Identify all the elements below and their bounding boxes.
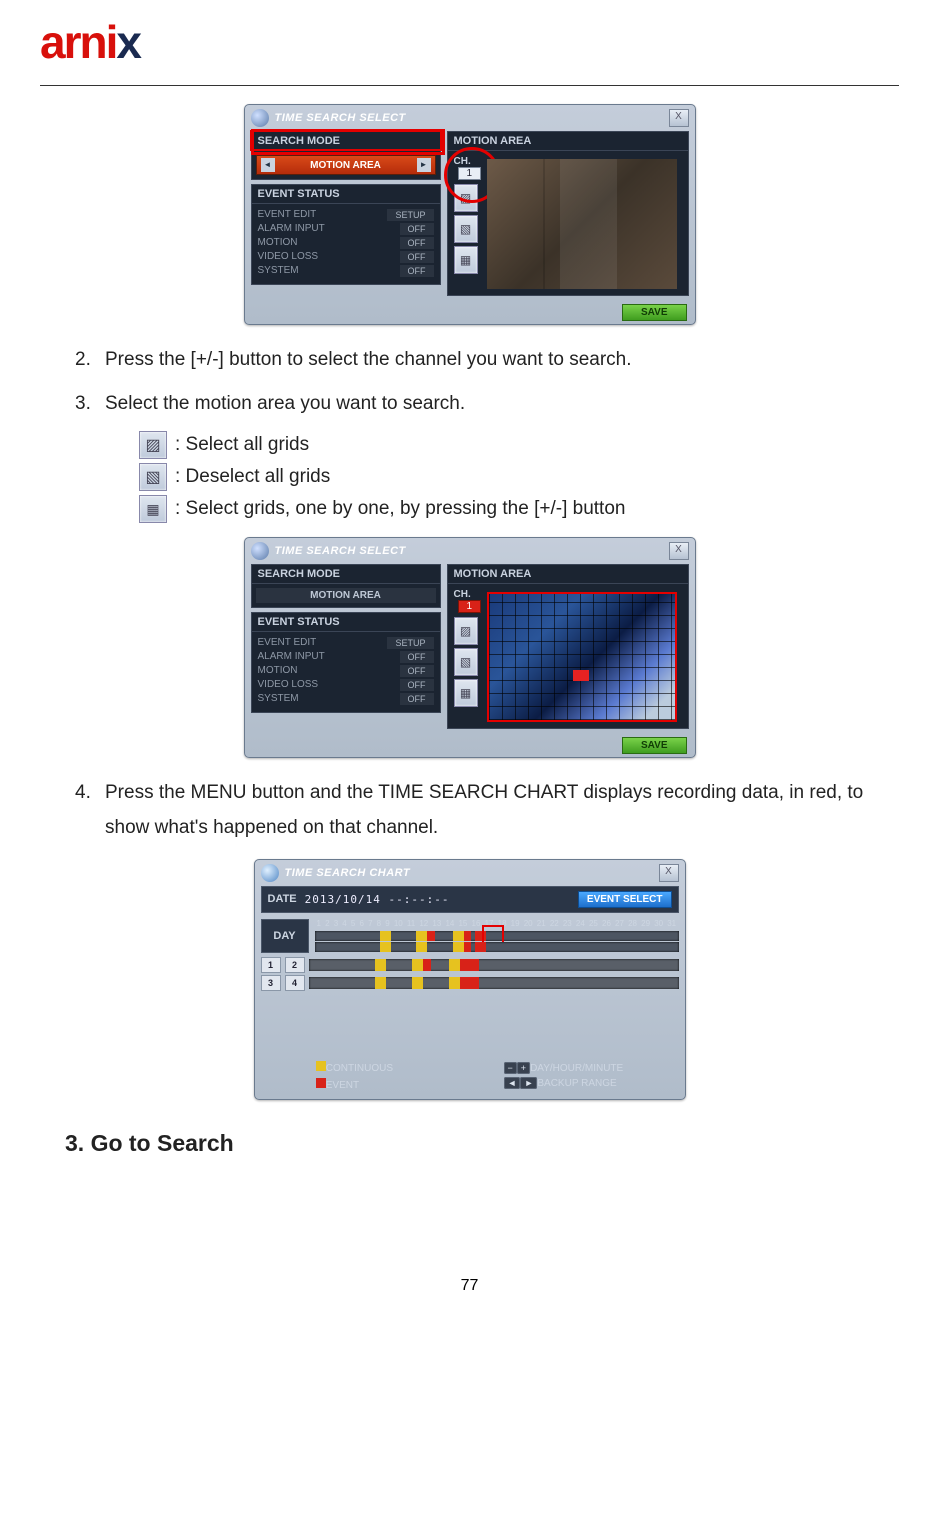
legend-grid-select: ▦ : Select grids, one by one, by pressin…: [139, 495, 874, 523]
continuous-swatch: [316, 1061, 326, 1071]
day-label: DAY: [261, 919, 309, 953]
deselect-all-icon[interactable]: ▧: [454, 648, 478, 676]
event-row: ALARM INPUTOFF: [258, 222, 434, 236]
step-3: 3. Select the motion area you want to se…: [65, 387, 874, 421]
save-button[interactable]: SAVE: [622, 304, 687, 321]
motion-area-header: MOTION AREA: [447, 564, 689, 583]
event-select-button[interactable]: EVENT SELECT: [578, 891, 672, 908]
legend-select-all: ▨ : Select all grids: [139, 431, 874, 459]
day-bar-track-2[interactable]: [315, 942, 679, 952]
channel-index[interactable]: 3: [261, 975, 281, 991]
event-row: MOTIONOFF: [258, 664, 434, 678]
deselect-all-icon[interactable]: ▧: [454, 215, 478, 243]
legend-deselect-all: ▧ : Deselect all grids: [139, 463, 874, 491]
window-title: TIME SEARCH CHART: [285, 867, 411, 879]
brand-logo: arnix: [40, 0, 899, 79]
channel-value[interactable]: 1: [458, 600, 482, 613]
close-icon[interactable]: X: [659, 864, 679, 882]
search-mode-dropdown[interactable]: MOTION AREA: [256, 588, 436, 603]
section-heading: 3. Go to Search: [65, 1130, 874, 1157]
minus-key-icon: −: [504, 1062, 517, 1074]
window-title: TIME SEARCH SELECT: [275, 112, 406, 124]
magnifier-clock-icon: [261, 864, 279, 882]
event-row: EVENT EDITSETUP: [258, 636, 434, 650]
grid-select-icon[interactable]: ▦: [454, 246, 478, 274]
right-key-icon: ►: [520, 1077, 537, 1089]
search-mode-header: SEARCH MODE: [251, 564, 441, 583]
grid-select-icon: ▦: [139, 495, 167, 523]
event-row: SYSTEMOFF: [258, 692, 434, 706]
page-number: 77: [40, 1277, 899, 1295]
close-icon[interactable]: X: [669, 109, 689, 127]
event-row: SYSTEMOFF: [258, 264, 434, 278]
motion-area-header: MOTION AREA: [447, 131, 689, 150]
save-button[interactable]: SAVE: [622, 737, 687, 754]
time-search-select-window-grid: X TIME SEARCH SELECT SEARCH MODE MOTION …: [244, 537, 696, 758]
time-search-select-window: X TIME SEARCH SELECT SEARCH MODE ◄ MOTIO…: [244, 104, 696, 325]
event-row: MOTIONOFF: [258, 236, 434, 250]
event-status-header: EVENT STATUS: [251, 612, 441, 631]
event-row: EVENT EDITSETUP: [258, 208, 434, 222]
time-search-chart-window: X TIME SEARCH CHART DATE 2013/10/14 --:-…: [254, 859, 686, 1100]
left-key-icon: ◄: [504, 1077, 521, 1089]
date-label: DATE: [268, 893, 297, 905]
select-all-icon[interactable]: ▨: [454, 617, 478, 645]
header-divider: [40, 85, 899, 86]
channel-bar[interactable]: [309, 959, 679, 971]
grid-select-icon[interactable]: ▦: [454, 679, 478, 707]
dropdown-value: MOTION AREA: [310, 160, 381, 171]
plus-key-icon: +: [517, 1062, 530, 1074]
close-icon[interactable]: X: [669, 542, 689, 560]
day-bar-track-1[interactable]: [315, 931, 679, 941]
chart-legend: CONTINUOUS EVENT −+DAY/HOUR/MINUTE ◄►BAC…: [261, 1061, 679, 1091]
step-4: 4. Press the MENU button and the TIME SE…: [65, 776, 874, 844]
clock-icon: [251, 109, 269, 127]
date-value: 2013/10/14 --:--:--: [305, 893, 450, 906]
channel-index[interactable]: 2: [285, 957, 305, 973]
channel-index[interactable]: 1: [261, 957, 281, 973]
event-row: VIDEO LOSSOFF: [258, 250, 434, 264]
deselect-all-icon: ▧: [139, 463, 167, 491]
window-title: TIME SEARCH SELECT: [275, 545, 406, 557]
event-status-header: EVENT STATUS: [251, 184, 441, 203]
event-swatch: [316, 1078, 326, 1088]
clock-icon: [251, 542, 269, 560]
channel-preview: [487, 159, 677, 289]
motion-grid-preview[interactable]: [487, 592, 677, 722]
event-row: ALARM INPUTOFF: [258, 650, 434, 664]
select-all-icon: ▨: [139, 431, 167, 459]
step-2: 2. Press the [+/-] button to select the …: [65, 343, 874, 377]
channel-label: CH.: [454, 589, 471, 600]
search-mode-dropdown[interactable]: ◄ MOTION AREA ►: [256, 155, 436, 175]
channel-row: 1 2: [261, 957, 679, 973]
event-row: VIDEO LOSSOFF: [258, 678, 434, 692]
channel-index[interactable]: 4: [285, 975, 305, 991]
channel-row: 3 4: [261, 975, 679, 991]
channel-bar[interactable]: [309, 977, 679, 989]
